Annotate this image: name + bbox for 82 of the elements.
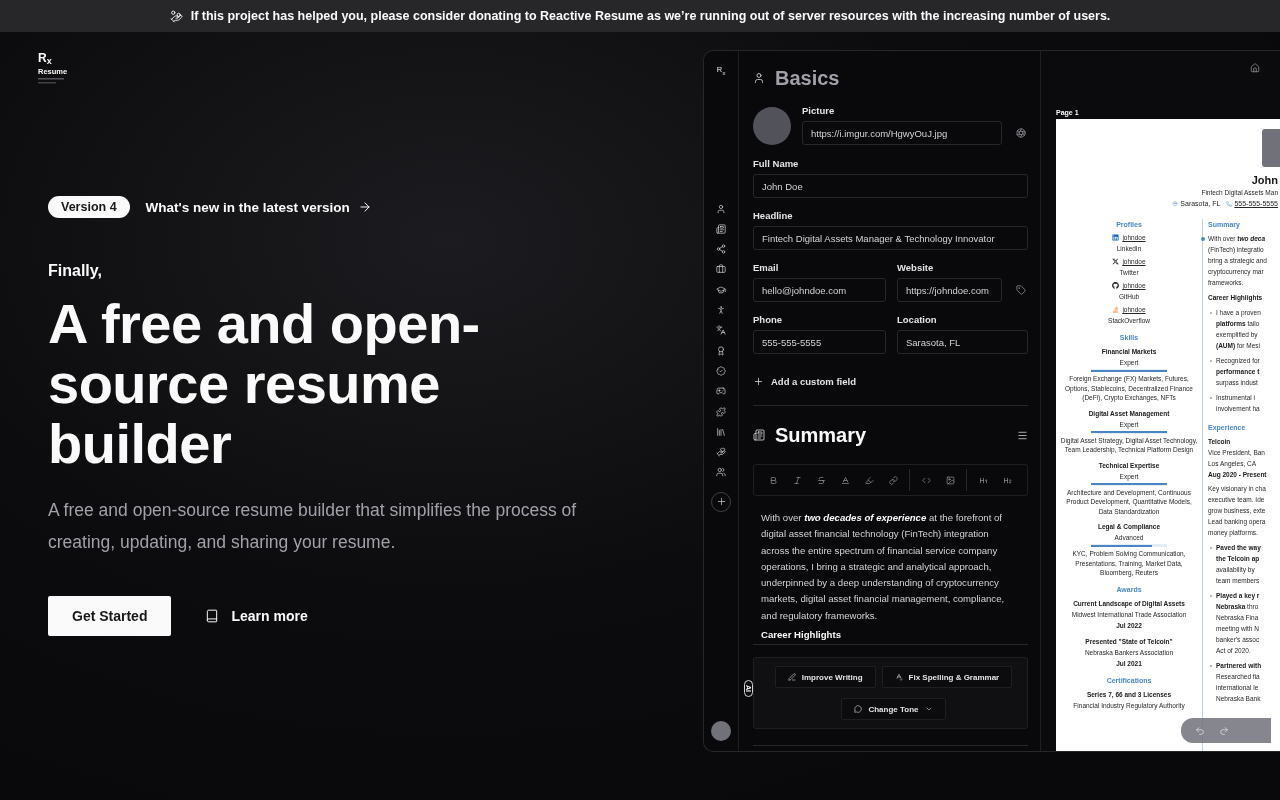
hero-kicker: Finally, <box>48 262 103 280</box>
input-field[interactable]: Fintech Digital Assets Manager & Technology Innovator <box>753 226 1028 250</box>
field-label: Phone <box>753 314 784 325</box>
ai-action-button[interactable]: Improve Writing <box>774 666 876 689</box>
book-icon <box>205 609 220 623</box>
photo-placeholder <box>1262 129 1280 167</box>
strikethrough-icon[interactable] <box>817 475 827 485</box>
plus-icon <box>715 496 727 508</box>
arrow-right-icon <box>357 200 372 214</box>
plus-icon <box>753 376 764 387</box>
home-icon[interactable] <box>1250 63 1260 73</box>
timeline-dot <box>1200 237 1205 241</box>
summary-subheading: Career Highlights <box>760 628 842 641</box>
input-field[interactable]: hello@johndoe.com <box>753 278 886 302</box>
graduation-cap-icon[interactable] <box>716 284 726 295</box>
logo-lines-icon <box>38 78 64 84</box>
menu-icon[interactable] <box>1017 429 1028 441</box>
ai-action-button[interactable]: Fix Spelling & Grammar <box>881 666 1013 689</box>
map-pin-icon <box>1172 200 1179 207</box>
heading-2-icon[interactable] <box>1002 475 1012 485</box>
heading-1-icon[interactable] <box>978 475 988 485</box>
hero-description: A free and open-source resume builder that simplifies the process of creating, updating, and sharing your resume. <box>48 499 578 554</box>
person-icon[interactable] <box>716 305 726 316</box>
ai-action-button[interactable]: Change Tone <box>841 698 946 721</box>
gamepad-icon[interactable] <box>716 386 726 397</box>
spell-check-icon <box>894 673 903 682</box>
text-color-icon[interactable] <box>841 475 851 485</box>
highlighter-icon[interactable] <box>865 475 875 485</box>
hand-heart-icon[interactable] <box>716 447 726 458</box>
field-label: Location <box>897 314 938 325</box>
input-field[interactable]: https://i.imgur.com/HgwyOuJ.jpg <box>802 121 1002 145</box>
puzzle-icon[interactable] <box>716 406 726 417</box>
newspaper-icon <box>753 429 765 441</box>
hand-coins-icon <box>169 9 183 23</box>
learn-more-button[interactable]: Learn more <box>191 596 322 636</box>
github-logo-icon <box>1112 282 1120 289</box>
newspaper-icon[interactable] <box>716 223 726 234</box>
books-icon[interactable] <box>716 426 726 437</box>
link-icon[interactable] <box>889 475 898 485</box>
input-field[interactable]: John Doe <box>753 174 1028 198</box>
image-icon[interactable] <box>945 475 955 485</box>
chat-bubble-icon <box>854 705 863 714</box>
pen-icon <box>787 673 796 682</box>
stackoverflow-logo-icon <box>1112 306 1120 313</box>
user-icon <box>753 72 765 84</box>
input-field[interactable]: 555-555-5555 <box>753 330 886 354</box>
bold-icon[interactable] <box>769 475 779 485</box>
input-field[interactable]: https://johndoe.com <box>897 278 1002 302</box>
field-label: Headline <box>753 210 794 221</box>
badge-icon[interactable] <box>716 365 726 376</box>
whats-new-link[interactable]: What's new in the latest version <box>145 199 372 215</box>
hero-title: A free and open-source resume builder <box>48 294 481 474</box>
users-icon[interactable] <box>716 467 726 478</box>
field-label: Email <box>753 262 780 273</box>
section-title: Summary <box>775 423 868 447</box>
award-icon[interactable] <box>716 345 726 356</box>
rail-logo: R$_{x}$ <box>716 65 726 76</box>
share-icon[interactable] <box>716 244 726 255</box>
resume-name: John <box>1251 173 1278 187</box>
banner-text: If this project has helped you, please consider donating to Reactive Resume as we’re running out of server resources with the increasing number of users. <box>190 9 1111 23</box>
field-label: Picture <box>802 105 836 116</box>
x-logo-icon <box>1112 258 1120 265</box>
tag-icon[interactable] <box>1016 285 1026 295</box>
field-label: Website <box>897 262 935 273</box>
avatar[interactable] <box>711 721 731 741</box>
summary-text[interactable]: With over two decades of experience at the forefront of digital asset financial technology (FinTech) integration across the entire spectrum of financial service company operations, I bring a strategic and analytical approach, underpinned by a deep understanding of cryptocurrency markets, digital asset financial management, compliance, and regulatory frameworks. <box>753 496 1028 625</box>
add-custom-field-button[interactable]: Add a custom field <box>753 376 1028 387</box>
languages-icon[interactable] <box>716 325 726 336</box>
input-field[interactable]: Sarasota, FL <box>897 330 1028 354</box>
photo-placeholder <box>753 107 791 145</box>
briefcase-icon[interactable] <box>716 264 726 275</box>
field-label: Full Name <box>753 158 800 169</box>
version-badge: Version 4 <box>48 196 130 218</box>
italic-icon[interactable] <box>793 475 803 485</box>
phone-icon <box>1226 200 1233 207</box>
user-icon[interactable] <box>716 203 726 214</box>
code-icon[interactable] <box>921 475 931 485</box>
linkedin-logo-icon <box>1112 234 1120 241</box>
aperture-icon[interactable] <box>1016 128 1026 138</box>
section-title: Basics <box>775 66 841 90</box>
logo-mark: R$_{x}$ <box>38 52 53 67</box>
get-started-button[interactable]: Get Started <box>48 596 172 636</box>
